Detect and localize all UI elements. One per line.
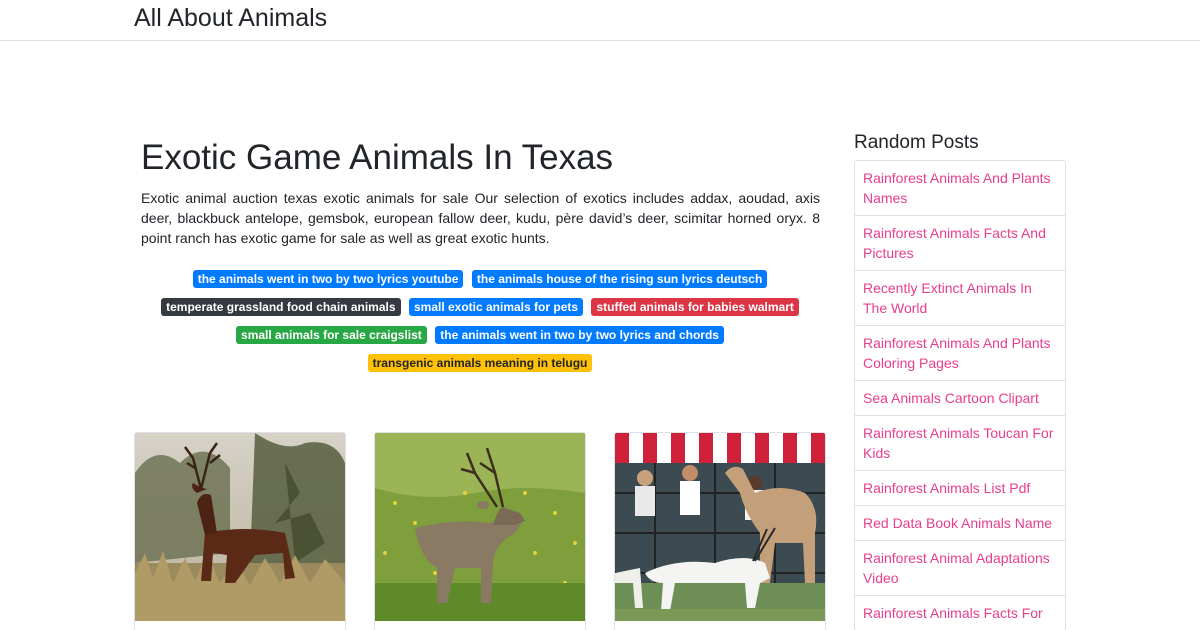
post-card[interactable] [374, 432, 586, 630]
red-stag-deer-photo[interactable] [135, 433, 345, 621]
tag-link[interactable]: small animals for sale craigslist [236, 325, 427, 344]
safari-tram-with-oryx-and-camel-photo[interactable] [615, 433, 825, 621]
post-card[interactable] [614, 432, 826, 630]
tag-link[interactable]: transgenic animals meaning in telugu [367, 353, 593, 372]
tag-link[interactable]: small exotic animals for pets [408, 297, 584, 316]
random-posts-list: Rainforest Animals And Plants Names Rain… [854, 160, 1066, 630]
random-post-link[interactable]: Rainforest Animals Toucan For Kids [855, 415, 1065, 470]
random-post-link[interactable]: Rainforest Animals List Pdf [855, 470, 1065, 505]
tag-link[interactable]: temperate grassland food chain animals [161, 297, 401, 316]
random-post-link[interactable]: Rainforest Animals And Plants Names [855, 161, 1065, 215]
page-title: Exotic Game Animals In Texas [141, 138, 614, 177]
tag-link[interactable]: the animals went in two by two lyrics yo… [192, 269, 464, 288]
random-post-link[interactable]: Rainforest Animal Adaptations Video [855, 540, 1065, 595]
tag-link[interactable]: the animals went in two by two lyrics an… [435, 325, 724, 344]
site-brand-link[interactable]: All About Animals [134, 3, 327, 33]
post-excerpt: Exotic animal auction texas exotic anima… [141, 190, 820, 246]
tag-cloud: the animals went in two by two lyrics yo… [134, 265, 826, 377]
tag-link[interactable]: stuffed animals for babies walmart [591, 297, 799, 316]
tag-link[interactable]: the animals house of the rising sun lyri… [471, 269, 768, 288]
sidebar: Random Posts Rainforest Animals And Plan… [854, 130, 1066, 630]
random-post-link[interactable]: Rainforest Animals Facts For [855, 595, 1065, 630]
sidebar-title: Random Posts [854, 132, 979, 153]
sambar-deer-photo[interactable] [375, 433, 585, 621]
random-post-link[interactable]: Red Data Book Animals Name [855, 505, 1065, 540]
post-card[interactable] [134, 432, 346, 630]
random-post-link[interactable]: Recently Extinct Animals In The World [855, 270, 1065, 325]
random-post-link[interactable]: Rainforest Animals And Plants Coloring P… [855, 325, 1065, 380]
top-navbar: All About Animals [0, 0, 1200, 41]
random-post-link[interactable]: Rainforest Animals Facts And Pictures [855, 215, 1065, 270]
random-post-link[interactable]: Sea Animals Cartoon Clipart [855, 380, 1065, 415]
